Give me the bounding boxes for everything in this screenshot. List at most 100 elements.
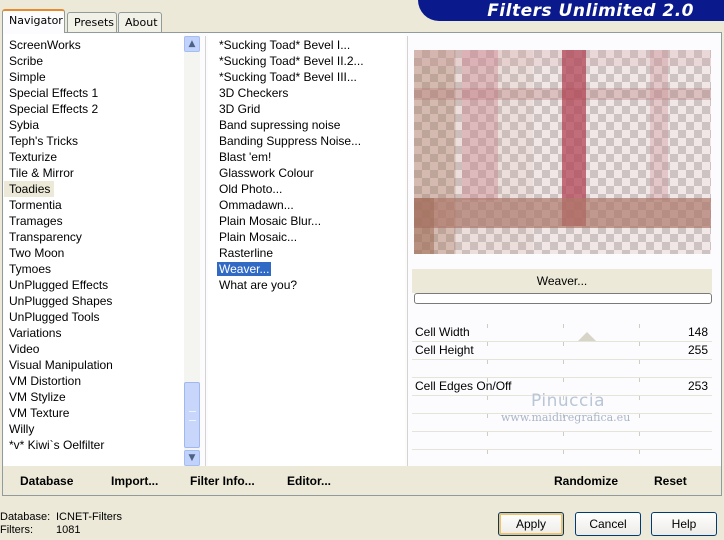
filters-label: Filters:	[0, 524, 33, 536]
database-info: Database: ICNET-Filters Filters: 1081	[0, 511, 122, 537]
filter-item-label: *Sucking Toad* Bevel I...	[219, 38, 351, 52]
banner-title: Filters Unlimited 2.0	[487, 0, 694, 21]
filter-item[interactable]: 3D Checkers	[208, 85, 405, 101]
filter-item[interactable]: Blast 'em!	[208, 149, 405, 165]
filter-item[interactable]: Plain Mosaic Blur...	[208, 213, 405, 229]
category-item[interactable]: Toadies	[4, 181, 55, 197]
editor-button[interactable]: Editor...	[287, 474, 331, 488]
filter-item[interactable]: Band supressing noise	[208, 117, 405, 133]
filter-item-label: What are you?	[219, 278, 298, 292]
filter-item-label: *Sucking Toad* Bevel III...	[219, 70, 357, 84]
parameter-value: 255	[687, 343, 708, 357]
category-item[interactable]: Transparency	[4, 229, 184, 245]
category-item[interactable]: VM Stylize	[4, 389, 184, 405]
filter-item-label: Banding Suppress Noise...	[219, 134, 362, 148]
import-button[interactable]: Import...	[111, 474, 158, 488]
category-item[interactable]: *v* Kiwi`s Oelfilter	[4, 437, 184, 453]
category-item[interactable]: Simple	[4, 69, 184, 85]
category-item[interactable]: VM Distortion	[4, 373, 184, 389]
category-item[interactable]: Texturize	[4, 149, 184, 165]
filter-item[interactable]: Ommadawn...	[208, 197, 405, 213]
filter-item[interactable]: Old Photo...	[208, 181, 405, 197]
category-item[interactable]: Scribe	[4, 53, 184, 69]
parameter-slider[interactable]: Cell Width 148	[412, 324, 712, 342]
filter-item-label: Rasterline	[219, 246, 274, 260]
title-banner: Filters Unlimited 2.0	[418, 0, 724, 21]
database-button[interactable]: Database	[20, 474, 73, 488]
category-item[interactable]: ScreenWorks	[4, 37, 184, 53]
tab-strip: Navigator Presets About	[2, 9, 422, 33]
filter-item[interactable]: *Sucking Toad* Bevel III...	[208, 69, 405, 85]
parameter-label: Cell Width	[415, 325, 470, 339]
category-item[interactable]: Tramages	[4, 213, 184, 229]
filter-item-label: Old Photo...	[219, 182, 283, 196]
reset-button[interactable]: Reset	[654, 474, 687, 488]
filter-item-label: *Sucking Toad* Bevel II.2...	[219, 54, 364, 68]
filter-list[interactable]: *Sucking Toad* Bevel I... *Sucking Toad* …	[208, 34, 405, 466]
tab-about[interactable]: About	[118, 12, 162, 32]
scroll-down-button[interactable]: ▼	[184, 450, 200, 466]
category-item[interactable]: Video	[4, 341, 184, 357]
list-divider	[407, 36, 408, 466]
filter-item[interactable]: Glasswork Colour	[208, 165, 405, 181]
filter-item-label: Blast 'em!	[219, 150, 272, 164]
filter-item[interactable]: What are you?	[208, 277, 405, 293]
filter-item[interactable]: Rasterline	[208, 245, 405, 261]
parameter-value: 148	[687, 325, 708, 339]
parameter-value: 253	[687, 379, 708, 393]
category-item[interactable]: UnPlugged Effects	[4, 277, 184, 293]
tab-navigator[interactable]: Navigator	[2, 9, 65, 33]
cancel-button[interactable]: Cancel	[575, 512, 641, 536]
category-item[interactable]: Teph's Tricks	[4, 133, 184, 149]
category-item[interactable]: VM Texture	[4, 405, 184, 421]
category-item[interactable]: Sybia	[4, 117, 184, 133]
parameter-slider[interactable]: Cell Height 255	[412, 342, 712, 360]
filter-item[interactable]: *Sucking Toad* Bevel I...	[208, 37, 405, 53]
database-value: ICNET-Filters	[56, 511, 122, 523]
category-item[interactable]: Tile & Mirror	[4, 165, 184, 181]
database-label: Database:	[0, 511, 51, 523]
filter-item[interactable]: Weaver...	[208, 261, 405, 277]
filter-item-label: Plain Mosaic...	[219, 230, 298, 244]
filter-item-label: Plain Mosaic Blur...	[219, 214, 322, 228]
filter-item-label: Glasswork Colour	[219, 166, 314, 180]
preview-image	[414, 50, 711, 254]
randomize-button[interactable]: Randomize	[554, 474, 618, 488]
filters-count: 1081	[56, 524, 81, 536]
filter-item-label: 3D Grid	[219, 102, 261, 116]
parameter-label: Cell Edges On/Off	[415, 379, 512, 393]
category-item[interactable]: Tymoes	[4, 261, 184, 277]
scroll-thumb[interactable]	[184, 382, 200, 448]
parameter-slider[interactable]	[412, 432, 712, 450]
category-item[interactable]: Special Effects 2	[4, 101, 184, 117]
parameter-slider[interactable]	[412, 360, 712, 378]
filter-item[interactable]: 3D Grid	[208, 101, 405, 117]
category-item[interactable]: Willy	[4, 421, 184, 437]
watermark-url: www.maidiregrafica.eu	[501, 411, 631, 424]
filter-item[interactable]: Plain Mosaic...	[208, 229, 405, 245]
category-item[interactable]: Visual Manipulation	[4, 357, 184, 373]
category-item[interactable]: UnPlugged Tools	[4, 309, 184, 325]
selected-filter-name: Weaver...	[412, 269, 712, 293]
category-scrollbar[interactable]: ▲ ▼	[184, 36, 200, 466]
parameter-label: Cell Height	[415, 343, 474, 357]
category-item[interactable]: UnPlugged Shapes	[4, 293, 184, 309]
category-item[interactable]: Tormentia	[4, 197, 184, 213]
scroll-up-button[interactable]: ▲	[184, 36, 200, 52]
tab-presets[interactable]: Presets	[67, 12, 117, 32]
category-item[interactable]: Special Effects 1	[4, 85, 184, 101]
help-button[interactable]: Help	[651, 512, 717, 536]
list-divider	[205, 36, 206, 466]
progress-bar	[414, 293, 712, 304]
apply-button[interactable]: Apply	[498, 512, 564, 536]
filter-item[interactable]: Banding Suppress Noise...	[208, 133, 405, 149]
watermark-name: Pinuccia	[531, 391, 605, 411]
filter-item-label: 3D Checkers	[219, 86, 289, 100]
filter-item-label: Weaver...	[217, 262, 272, 276]
filter-info-button[interactable]: Filter Info...	[190, 474, 255, 488]
filter-item[interactable]: *Sucking Toad* Bevel II.2...	[208, 53, 405, 69]
category-item[interactable]: Two Moon	[4, 245, 184, 261]
filter-item-label: Ommadawn...	[219, 198, 294, 212]
category-list[interactable]: ScreenWorks Scribe Simple Special Effects 1…	[4, 34, 184, 466]
category-item[interactable]: Variations	[4, 325, 184, 341]
